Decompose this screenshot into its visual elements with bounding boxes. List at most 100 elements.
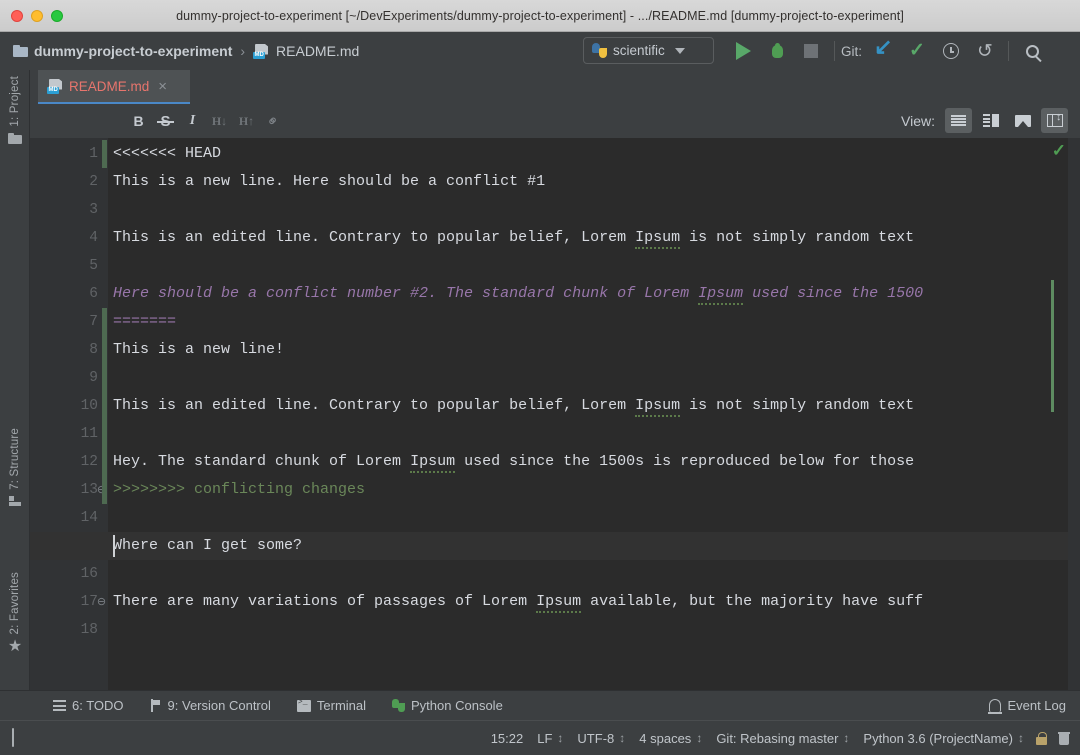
status-indent-label: 4 spaces xyxy=(639,731,691,746)
line-number: 14 xyxy=(38,504,98,532)
line-number: 8 xyxy=(38,336,98,364)
chevron-down-icon xyxy=(675,48,685,54)
editor-tab-readme[interactable]: README.md × xyxy=(38,70,190,104)
ide-window: dummy-project-to-experiment [~/DevExperi… xyxy=(0,0,1080,755)
todo-icon xyxy=(53,700,66,711)
breadcrumb-project[interactable]: dummy-project-to-experiment xyxy=(34,43,232,59)
code-editor[interactable]: 12345678910111213⊖14151617⊖18 <<<<<<< HE… xyxy=(30,138,1080,690)
lines-icon xyxy=(951,115,966,127)
toolbar-divider xyxy=(834,41,835,61)
line-number: 1 xyxy=(38,140,98,168)
bottom-item-python-console[interactable]: Python Console xyxy=(379,691,516,721)
bottom-item-version-control[interactable]: 9: Version Control xyxy=(137,691,284,721)
markdown-file-icon xyxy=(253,44,270,59)
breadcrumb-separator: › xyxy=(238,43,247,59)
header-increase-button[interactable]: H↑ xyxy=(233,108,260,134)
debug-button[interactable] xyxy=(760,37,794,65)
inspection-status-icon[interactable]: ✓ xyxy=(1052,142,1066,159)
link-button[interactable]: ⚭ xyxy=(260,108,287,134)
breadcrumb-file[interactable]: README.md xyxy=(276,43,359,59)
italic-button[interactable]: I xyxy=(179,108,206,134)
status-line-separator[interactable]: LF ↕ xyxy=(530,731,570,746)
bottom-item-terminal[interactable]: Terminal xyxy=(284,691,379,721)
history-button[interactable] xyxy=(934,37,968,65)
editor-gutter[interactable]: 12345678910111213⊖14151617⊖18 xyxy=(30,138,108,690)
bottom-tool-window-bar: 6: TODO 9: Version Control Terminal Pyth… xyxy=(0,690,1080,720)
code-token: ======= xyxy=(113,313,176,330)
gutter-change-marker[interactable] xyxy=(102,308,107,504)
arrow-down-left-icon xyxy=(875,43,891,59)
toggle-layout-button[interactable] xyxy=(1041,108,1068,133)
code-fold-marker[interactable]: ⊖ xyxy=(96,597,107,608)
update-project-button[interactable] xyxy=(866,37,900,65)
close-icon[interactable]: × xyxy=(158,78,167,95)
panel-icon xyxy=(1047,114,1063,127)
status-git-branch-label: Git: Rebasing master xyxy=(716,731,838,746)
code-token: Here should be a conflict number #2. The… xyxy=(113,285,698,302)
python-console-icon xyxy=(392,699,405,712)
stop-button[interactable] xyxy=(794,37,828,65)
rollback-button[interactable]: ↺ xyxy=(968,37,1002,65)
run-configuration-selector[interactable]: scientific xyxy=(583,37,714,64)
status-caret-position[interactable]: 15:22 xyxy=(484,731,531,746)
bug-icon xyxy=(770,43,785,59)
code-line: This is an edited line. Contrary to popu… xyxy=(113,224,914,252)
editor-tab-label: README.md xyxy=(69,79,149,94)
code-line: Hey. The standard chunk of Lorem Ipsum u… xyxy=(113,448,914,476)
split-icon xyxy=(983,114,999,127)
folder-icon xyxy=(13,45,28,57)
strikethrough-button[interactable]: S xyxy=(152,108,179,134)
status-encoding[interactable]: UTF-8 ↕ xyxy=(570,731,632,746)
line-number: 17 xyxy=(38,588,98,616)
toolbar-divider-2 xyxy=(1008,41,1009,61)
clock-icon xyxy=(943,43,959,59)
code-line: There are many variations of passages of… xyxy=(113,588,923,616)
run-configuration-label: scientific xyxy=(613,43,665,58)
commit-button[interactable]: ✓ xyxy=(900,37,934,65)
sidebar-item-project[interactable]: 1: Project xyxy=(0,76,30,144)
event-log-button[interactable]: Event Log xyxy=(989,698,1066,713)
status-line-separator-label: LF xyxy=(537,731,552,746)
scrollbar-change-marker xyxy=(1051,280,1054,412)
search-everywhere-button[interactable] xyxy=(1015,37,1049,65)
status-bar: 15:22 LF ↕ UTF-8 ↕ 4 spaces ↕ Git: Rebas… xyxy=(0,720,1080,755)
line-number: 12 xyxy=(38,448,98,476)
window-titlebar: dummy-project-to-experiment [~/DevExperi… xyxy=(0,0,1080,32)
undo-icon: ↺ xyxy=(977,42,993,61)
status-interpreter[interactable]: Python 3.6 (ProjectName) ↕ xyxy=(856,731,1031,746)
sidebar-item-structure[interactable]: 7: Structure xyxy=(0,428,30,507)
header-decrease-button[interactable]: H↓ xyxy=(206,108,233,134)
line-number: 18 xyxy=(38,616,98,644)
code-token: This is a new line! xyxy=(113,341,284,358)
status-indent[interactable]: 4 spaces ↕ xyxy=(632,731,709,746)
code-token: Ipsum xyxy=(410,453,455,473)
line-number: 7 xyxy=(38,308,98,336)
status-git-branch[interactable]: Git: Rebasing master ↕ xyxy=(709,731,856,746)
line-number: 6 xyxy=(38,280,98,308)
run-button[interactable] xyxy=(726,37,760,65)
sidebar-item-favorites[interactable]: 2: Favorites ★ xyxy=(0,572,30,654)
editor-tab-bar: README.md × xyxy=(30,70,1080,104)
gutter-change-marker[interactable] xyxy=(102,140,107,168)
code-token: used since the 1500s is reproduced below… xyxy=(455,453,914,470)
view-editor-preview-button[interactable] xyxy=(977,108,1004,133)
line-number: 3 xyxy=(38,196,98,224)
code-token: There are many variations of passages of… xyxy=(113,593,536,610)
star-icon: ★ xyxy=(8,640,22,654)
code-line: ======= xyxy=(113,308,176,336)
status-device-button[interactable] xyxy=(0,729,14,747)
updown-icon: ↕ xyxy=(557,732,563,744)
view-preview-only-button[interactable] xyxy=(1009,108,1036,133)
git-label: Git: xyxy=(841,44,862,59)
bottom-item-todo[interactable]: 6: TODO xyxy=(40,691,137,721)
window-title: dummy-project-to-experiment [~/DevExperi… xyxy=(0,9,1080,23)
view-editor-only-button[interactable] xyxy=(945,108,972,133)
code-line: Where can I get some? xyxy=(113,532,302,560)
editor-scrollbar[interactable] xyxy=(1068,138,1080,690)
editor-code-area[interactable]: <<<<<<< HEADThis is a new line. Here sho… xyxy=(113,138,1080,690)
search-icon xyxy=(1026,45,1039,58)
lock-icon[interactable] xyxy=(1036,732,1047,745)
line-number: 2 xyxy=(38,168,98,196)
code-token: is not simply random text xyxy=(680,397,914,414)
trash-icon[interactable] xyxy=(1058,731,1070,745)
